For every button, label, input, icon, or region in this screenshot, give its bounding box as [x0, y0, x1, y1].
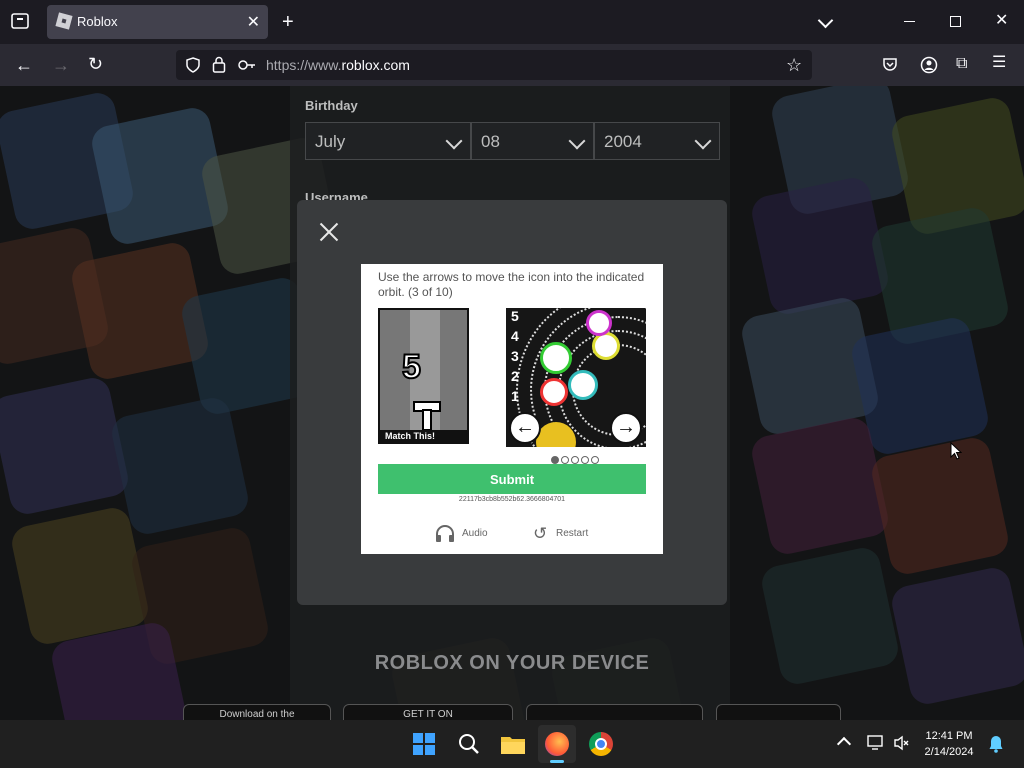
reload-icon[interactable]: ↻	[88, 55, 103, 73]
orbit-number: 4	[511, 328, 519, 344]
menu-icon[interactable]: ☰	[992, 55, 1006, 71]
firefox-icon	[545, 732, 569, 756]
tab-title: Roblox	[77, 14, 118, 29]
app-store-button[interactable]: Download on the	[183, 704, 331, 720]
hammer-orbit-icon	[540, 342, 572, 374]
forward-icon[interactable]: →	[52, 56, 70, 74]
mouse-cursor-icon	[950, 441, 963, 465]
tab-roblox[interactable]: Roblox ✕	[47, 5, 268, 39]
roblox-favicon-icon	[55, 12, 73, 30]
restore-icon[interactable]	[950, 16, 961, 27]
submit-button[interactable]: Submit	[378, 464, 646, 494]
progress-dot	[561, 456, 569, 464]
month-select[interactable]: July	[305, 122, 471, 160]
list-all-tabs-icon[interactable]	[817, 12, 834, 29]
clock-time: 12:41 PM	[925, 730, 973, 742]
arrow-right-button[interactable]: →	[610, 412, 642, 444]
audio-label: Audio	[462, 528, 488, 539]
restart-icon: ↺	[533, 524, 548, 543]
progress-dot	[581, 456, 589, 464]
trash-orbit-icon	[568, 370, 598, 400]
captcha-panel: Use the arrows to move the icon into the…	[361, 264, 663, 554]
minimize-icon[interactable]	[904, 21, 915, 22]
orbit-number: 1	[511, 388, 519, 404]
windows-start-icon[interactable]	[413, 733, 435, 760]
notification-bell-icon[interactable]	[989, 735, 1003, 758]
chevron-down-icon	[694, 132, 712, 150]
xbox-store-button[interactable]	[716, 704, 841, 720]
lock-icon[interactable]	[212, 56, 226, 78]
orbit-number: 5	[511, 308, 519, 324]
year-select[interactable]: 2004	[594, 122, 720, 160]
session-id: 22117b3cb8b552b62.3666804701	[458, 496, 566, 503]
account-icon[interactable]	[920, 56, 938, 79]
new-tab-icon[interactable]: +	[282, 12, 294, 32]
active-indicator	[550, 760, 564, 763]
pocket-icon[interactable]	[882, 57, 898, 78]
captcha-instruction: Use the arrows to move the icon into the…	[378, 270, 645, 299]
close-icon[interactable]	[317, 220, 341, 244]
orbit-number: 2	[511, 368, 519, 384]
url-bar[interactable]: https://www.roblox.com ☆	[176, 50, 812, 80]
headphones-icon	[435, 525, 455, 546]
chrome-icon[interactable]	[589, 732, 613, 756]
birthday-label: Birthday	[305, 98, 358, 113]
key-icon[interactable]	[238, 58, 256, 77]
volume-muted-icon[interactable]	[893, 735, 911, 756]
orbit-image: 5 4 3 2 1 ← →	[506, 308, 646, 447]
progress-dot	[571, 456, 579, 464]
chevron-down-icon	[568, 132, 586, 150]
search-icon[interactable]	[458, 733, 480, 760]
firefox-taskbar-button[interactable]	[538, 725, 576, 763]
bookmark-star-icon[interactable]: ☆	[786, 56, 802, 74]
taskbar-clock[interactable]: 12:41 PM 2/14/2024	[914, 728, 984, 760]
close-tab-icon[interactable]: ✕	[247, 12, 260, 32]
restart-label: Restart	[556, 528, 589, 539]
url-text[interactable]: https://www.roblox.com	[266, 57, 410, 73]
close-window-icon[interactable]: ✕	[995, 13, 1008, 29]
cart-orbit-icon	[592, 332, 620, 360]
captcha-modal: Use the arrows to move the icon into the…	[297, 200, 727, 605]
amazon-store-button[interactable]	[526, 704, 703, 720]
extensions-icon[interactable]: ⧉	[956, 56, 967, 72]
network-icon[interactable]	[867, 735, 885, 756]
progress-dot	[551, 456, 559, 464]
back-icon[interactable]: ←	[15, 56, 33, 74]
box-orbit-icon	[540, 378, 568, 406]
progress-dot	[591, 456, 599, 464]
tab-bar: Roblox ✕ + ✕	[0, 0, 1024, 44]
hammer-orbit-icon-2	[586, 310, 612, 336]
target-image: 5 Match This!	[378, 308, 469, 444]
orbit-number: 3	[511, 348, 519, 364]
taskbar: 12:41 PM 2/14/2024	[0, 720, 1024, 768]
chevron-up-icon[interactable]	[836, 736, 852, 752]
day-select[interactable]: 08	[471, 122, 594, 160]
device-section-title: ROBLOX ON YOUR DEVICE	[374, 652, 650, 674]
chevron-down-icon	[445, 132, 463, 150]
google-play-button[interactable]: GET IT ON	[343, 704, 513, 720]
clock-date: 2/14/2024	[924, 746, 974, 758]
file-explorer-icon[interactable]	[500, 733, 526, 760]
arrow-left-button[interactable]: ←	[509, 412, 541, 444]
roblox-page: Birthday July 08 2004 Username ROBLOX ON…	[0, 86, 1024, 720]
tab-list-icon[interactable]	[11, 13, 29, 33]
target-number: 5	[401, 347, 422, 387]
match-label: Match This!	[380, 430, 467, 442]
nav-bar: ← → ↻ https://www.roblox.com ☆ ⧉ ☰	[0, 44, 1024, 86]
shield-icon[interactable]	[186, 57, 200, 78]
